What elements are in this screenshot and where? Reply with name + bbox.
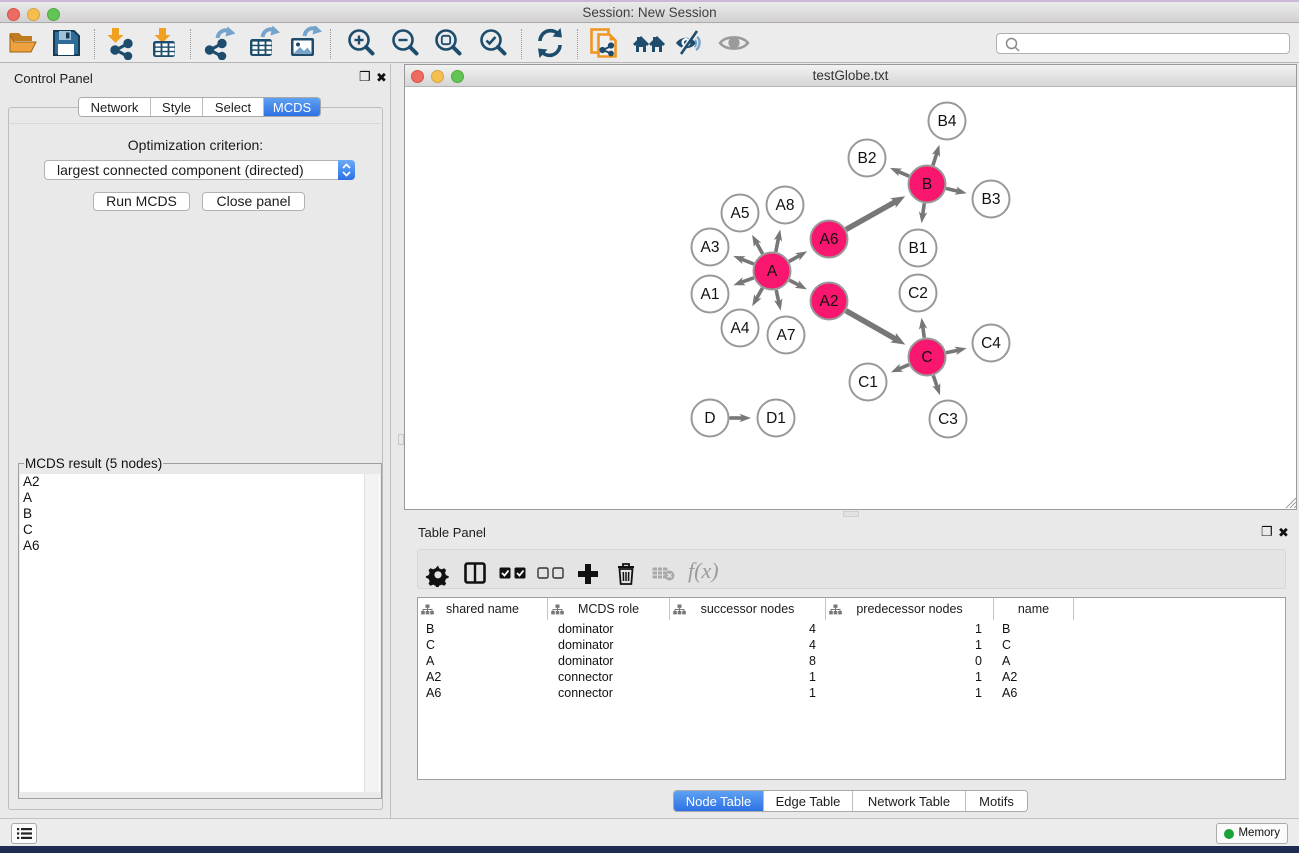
svg-text:C1: C1 [858, 374, 878, 391]
svg-text:C: C [921, 349, 932, 366]
svg-text:A7: A7 [777, 327, 796, 344]
svg-text:A8: A8 [776, 197, 795, 214]
svg-text:C2: C2 [908, 285, 928, 302]
svg-text:A2: A2 [820, 293, 839, 310]
svg-text:B: B [922, 176, 932, 193]
svg-text:D: D [704, 410, 715, 427]
svg-text:B3: B3 [982, 191, 1001, 208]
svg-text:A6: A6 [820, 231, 839, 248]
svg-text:C4: C4 [981, 335, 1001, 352]
svg-text:C3: C3 [938, 411, 958, 428]
svg-text:A: A [767, 263, 778, 280]
svg-text:D1: D1 [766, 410, 786, 427]
svg-text:A5: A5 [731, 205, 750, 222]
svg-text:B1: B1 [909, 240, 928, 257]
svg-text:B4: B4 [938, 113, 957, 130]
svg-text:B2: B2 [858, 150, 877, 167]
svg-text:A4: A4 [731, 320, 750, 337]
svg-text:A1: A1 [701, 286, 720, 303]
svg-text:A3: A3 [701, 239, 720, 256]
